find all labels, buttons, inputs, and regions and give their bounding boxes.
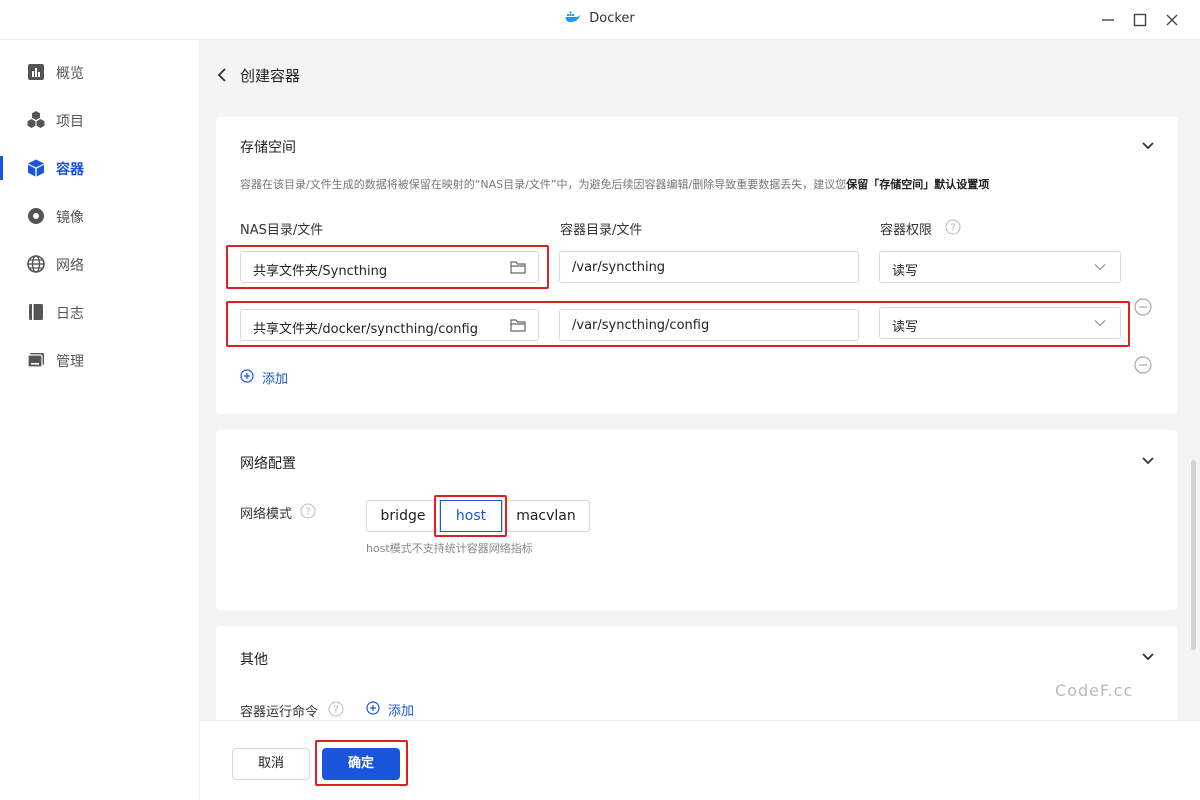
- confirm-button[interactable]: 确定: [322, 748, 400, 780]
- overview-icon: [28, 64, 44, 80]
- remove-row-icon[interactable]: [1134, 298, 1152, 316]
- chevron-down-icon[interactable]: [1141, 652, 1155, 662]
- column-header-permission: 容器权限: [880, 223, 933, 238]
- permission-select[interactable]: 读写: [879, 251, 1121, 283]
- sidebar-item-project[interactable]: 项目: [0, 96, 200, 144]
- network-mode-label: 网络模式: [240, 507, 293, 522]
- window-title: Docker: [0, 11, 1200, 26]
- network-card: 网络配置 网络模式 ? bridge host macvlan host模式不支…: [216, 430, 1178, 610]
- cancel-button[interactable]: 取消: [232, 748, 310, 780]
- plus-circle-icon: [240, 369, 254, 383]
- sidebar-item-label: 管理: [56, 354, 84, 370]
- network-mode-host[interactable]: host: [440, 500, 502, 532]
- network-mode-bridge[interactable]: bridge: [366, 500, 440, 532]
- sidebar-item-container[interactable]: 容器: [0, 144, 200, 192]
- help-icon[interactable]: ?: [945, 219, 961, 235]
- storage-hint: 容器在该目录/文件生成的数据将被保留在映射的“NAS目录/文件”中，为避免后续因…: [240, 178, 990, 191]
- svg-text:?: ?: [305, 507, 310, 518]
- image-icon: [28, 208, 44, 224]
- nas-path-input[interactable]: 共享文件夹/docker/syncthing/config: [240, 309, 539, 341]
- container-path-input[interactable]: /var/syncthing/config: [559, 309, 859, 341]
- permission-select[interactable]: 读写: [879, 307, 1121, 339]
- breadcrumb: 创建容器: [200, 40, 1200, 112]
- help-icon[interactable]: ?: [300, 503, 316, 519]
- title-bar: Docker: [0, 0, 1200, 40]
- network-mode-hint: host模式不支持统计容器网络指标: [366, 542, 533, 555]
- sidebar-item-network[interactable]: 网络: [0, 240, 200, 288]
- remove-row-icon[interactable]: [1134, 356, 1152, 374]
- back-arrow-icon[interactable]: [216, 67, 228, 83]
- main-content: 创建容器 存储空间 容器在该目录/文件生成的数据将被保留在映射的“NAS目录/文…: [200, 40, 1200, 800]
- network-icon: [27, 255, 45, 273]
- folder-icon[interactable]: [510, 260, 526, 274]
- chevron-down-icon: [1094, 264, 1106, 271]
- footer-bar: 取消 确定: [200, 720, 1200, 800]
- add-storage-link[interactable]: 添加: [240, 368, 320, 387]
- help-icon[interactable]: ?: [328, 701, 344, 717]
- storage-card: 存储空间 容器在该目录/文件生成的数据将被保留在映射的“NAS目录/文件”中，为…: [216, 117, 1178, 414]
- chevron-down-icon[interactable]: [1141, 141, 1155, 151]
- column-header-container: 容器目录/文件: [560, 223, 643, 238]
- sidebar-item-label: 镜像: [56, 210, 84, 226]
- add-command-link[interactable]: 添加: [366, 700, 446, 719]
- other-section-title: 其他: [240, 652, 268, 668]
- sidebar-item-manage[interactable]: 管理: [0, 336, 200, 384]
- window-title-text: Docker: [589, 11, 635, 26]
- nas-path-input[interactable]: 共享文件夹/Syncthing: [240, 251, 539, 283]
- sidebar: 概览 项目 容器 镜像 网络 日志 管理: [0, 40, 200, 800]
- network-mode-macvlan[interactable]: macvlan: [502, 500, 590, 532]
- chevron-down-icon[interactable]: [1141, 456, 1155, 466]
- log-icon: [29, 304, 43, 320]
- minimize-icon[interactable]: [1098, 10, 1118, 30]
- sidebar-item-label: 网络: [56, 258, 84, 274]
- sidebar-item-label: 日志: [56, 306, 84, 322]
- container-icon: [28, 159, 44, 177]
- maximize-icon[interactable]: [1130, 10, 1150, 30]
- docker-logo-icon: [565, 11, 581, 23]
- project-icon: [27, 111, 45, 128]
- sidebar-item-log[interactable]: 日志: [0, 288, 200, 336]
- storage-section-title: 存储空间: [240, 140, 296, 156]
- sidebar-item-label: 项目: [56, 114, 84, 130]
- svg-text:?: ?: [950, 223, 955, 234]
- sidebar-item-image[interactable]: 镜像: [0, 192, 200, 240]
- container-path-input[interactable]: /var/syncthing: [559, 251, 859, 283]
- chevron-down-icon: [1094, 320, 1106, 327]
- svg-text:?: ?: [333, 705, 338, 716]
- close-icon[interactable]: [1162, 10, 1182, 30]
- column-header-nas: NAS目录/文件: [240, 223, 324, 238]
- sidebar-item-label: 容器: [56, 162, 84, 178]
- sidebar-item-overview[interactable]: 概览: [0, 48, 200, 96]
- run-command-label: 容器运行命令: [240, 705, 319, 720]
- network-section-title: 网络配置: [240, 456, 296, 472]
- watermark: CodeF.cc: [1055, 681, 1134, 700]
- folder-icon[interactable]: [510, 318, 526, 332]
- manage-icon: [27, 353, 44, 368]
- sidebar-item-label: 概览: [56, 66, 84, 82]
- page-title: 创建容器: [240, 67, 301, 85]
- scrollbar[interactable]: [1191, 460, 1196, 650]
- plus-circle-icon: [366, 701, 380, 715]
